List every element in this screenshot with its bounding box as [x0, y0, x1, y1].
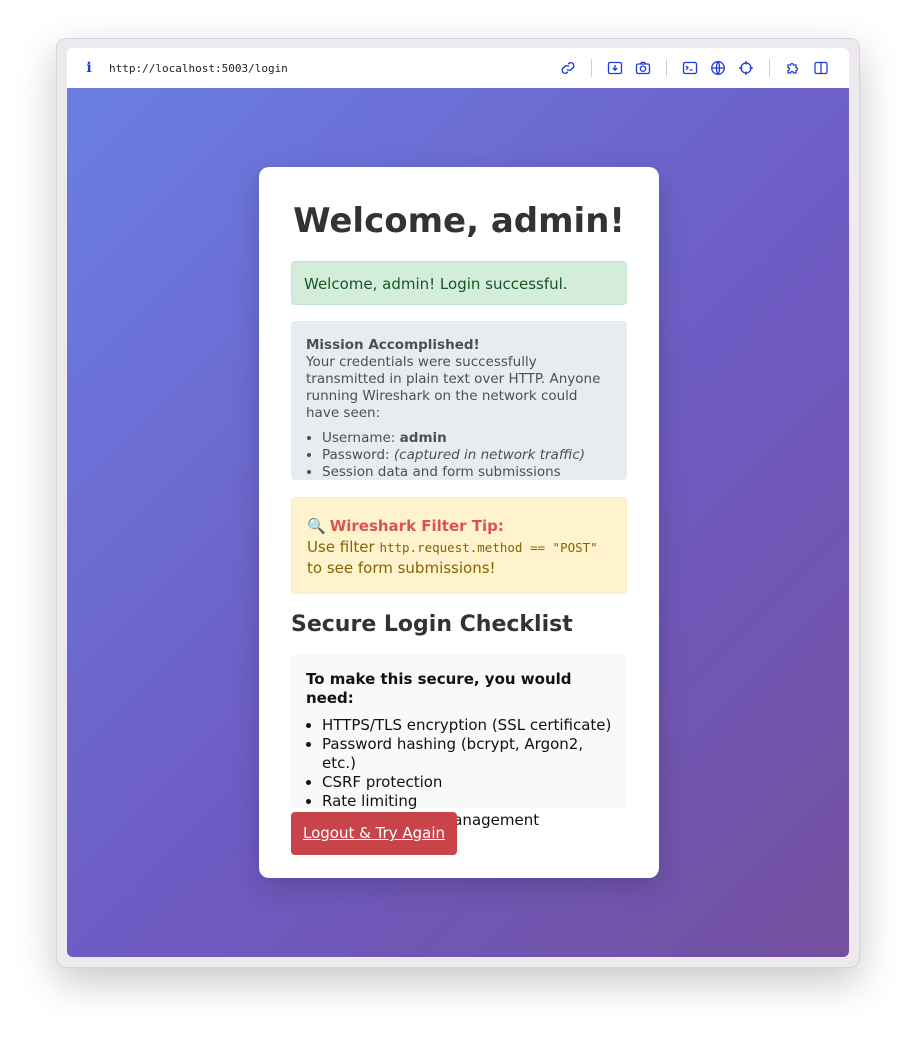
- tip-text-after: to see form submissions!: [307, 559, 496, 577]
- logout-button[interactable]: Logout & Try Again: [291, 812, 458, 855]
- list-item: Session data and form submissions: [322, 464, 612, 481]
- mission-title: Mission Accomplished!: [306, 337, 480, 353]
- tip-title: Wireshark Filter Tip:: [329, 517, 504, 535]
- list-item: HTTPS/TLS encryption (SSL certificate): [322, 716, 612, 735]
- magnifier-icon: 🔍: [307, 517, 326, 535]
- list-item: Password hashing (bcrypt, Argon2, etc.): [322, 735, 612, 773]
- list-item: Rate limiting: [322, 792, 612, 811]
- globe-icon[interactable]: [709, 59, 727, 77]
- tip-text-before: Use filter: [307, 538, 380, 556]
- toolbar-icons: [554, 59, 835, 77]
- toolbar-separator: [769, 59, 770, 77]
- crosshair-icon[interactable]: [737, 59, 755, 77]
- username-value: admin: [399, 430, 447, 446]
- welcome-card: Welcome, admin! Welcome, admin! Login su…: [259, 167, 659, 878]
- checklist-box: To make this secure, you would need: HTT…: [291, 654, 627, 829]
- password-value: (captured in network traffic): [393, 447, 586, 463]
- wireshark-tip-box: 🔍 Wireshark Filter Tip: Use filter http.…: [291, 497, 627, 594]
- toolbar-separator: [591, 59, 592, 77]
- list-item: Username: admin: [322, 430, 612, 447]
- address-bar[interactable]: http://localhost:5003/login: [109, 62, 554, 75]
- info-icon[interactable]: i: [83, 60, 95, 76]
- camera-icon[interactable]: [634, 59, 652, 77]
- terminal-icon[interactable]: [681, 59, 699, 77]
- list-item: Password: (captured in network traffic): [322, 447, 612, 464]
- page-title: Welcome, admin!: [293, 201, 625, 241]
- download-screenshot-icon[interactable]: [606, 59, 624, 77]
- sidebar-icon[interactable]: [812, 59, 830, 77]
- mission-text: Your credentials were successfully trans…: [306, 354, 601, 421]
- toolbar-separator: [666, 59, 667, 77]
- captured-data-list: Username: admin Password: (captured in n…: [306, 430, 612, 481]
- page-viewport: Welcome, admin! Welcome, admin! Login su…: [67, 88, 849, 957]
- filter-code: http.request.method == "POST": [379, 540, 598, 555]
- checklist-intro: To make this secure, you would need:: [306, 670, 572, 707]
- list-item: CSRF protection: [322, 773, 612, 792]
- extension-icon[interactable]: [784, 59, 802, 77]
- link-icon[interactable]: [559, 59, 577, 77]
- success-alert: Welcome, admin! Login successful.: [291, 261, 627, 305]
- browser-window: i http://localhost:5003/login Welcome, a…: [56, 38, 860, 968]
- mission-box: Mission Accomplished! Your credentials w…: [291, 321, 627, 480]
- browser-toolbar: i http://localhost:5003/login: [67, 48, 849, 88]
- checklist-heading: Secure Login Checklist: [291, 612, 573, 637]
